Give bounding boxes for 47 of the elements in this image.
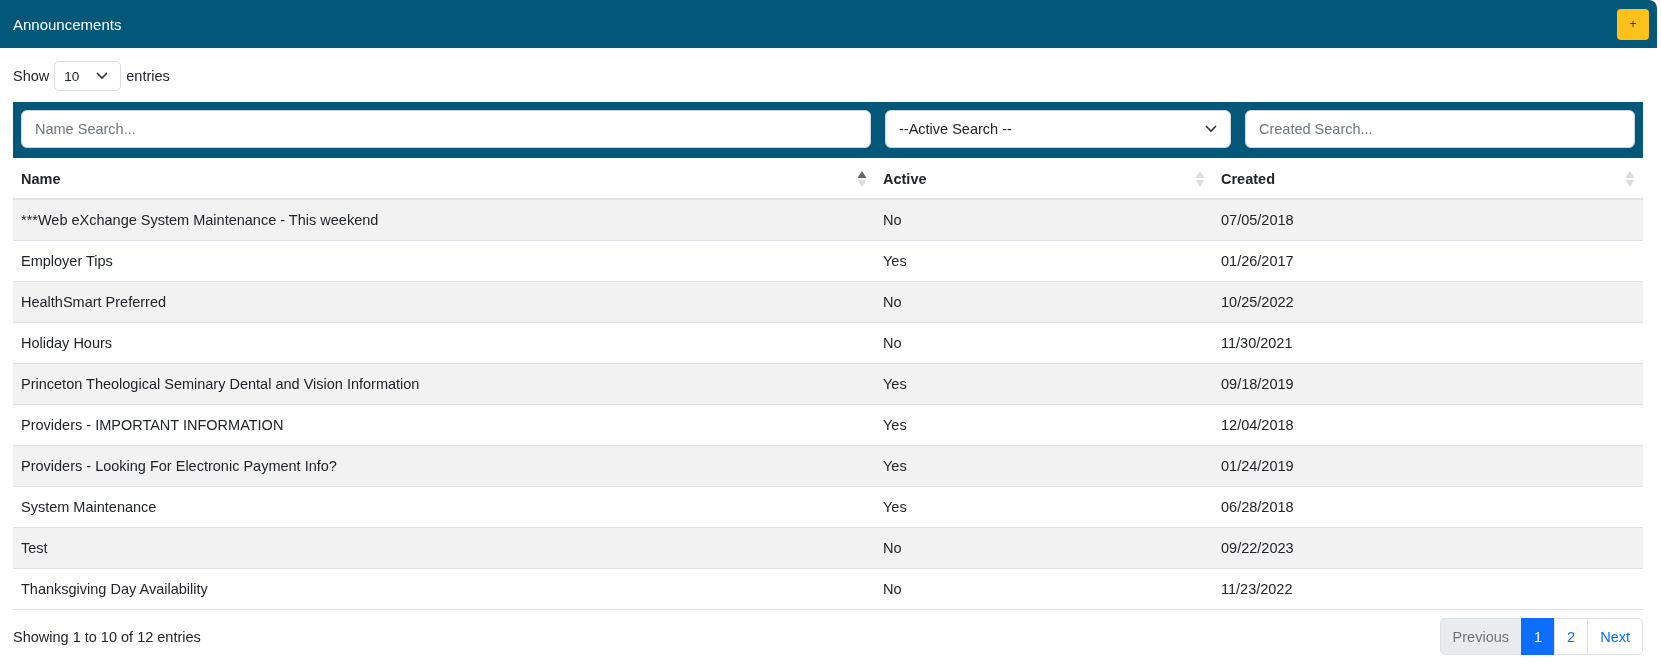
- table-cell-text: 01/26/2017: [1220, 252, 1295, 271]
- table-cell-text: Providers - IMPORTANT INFORMATION: [20, 416, 285, 435]
- table-cell-text: 11/23/2022: [1220, 580, 1294, 599]
- page-button[interactable]: 1: [1521, 618, 1556, 655]
- table-cell-text: System Maintenance: [20, 498, 158, 517]
- table-cell-text: No: [882, 539, 903, 558]
- table-cell-text: 10/25/2022: [1220, 293, 1295, 312]
- column-header[interactable]: Name: [13, 160, 875, 198]
- chevron-down-icon: [1205, 125, 1217, 133]
- table-cell-text: Test: [20, 539, 49, 558]
- table-cell-text: 06/28/2018: [1220, 498, 1295, 517]
- active-select[interactable]: --Active Search --: [885, 110, 1231, 148]
- page-button[interactable]: 2: [1554, 618, 1589, 655]
- table-cell-text: 01/24/2019: [1220, 457, 1295, 476]
- table-cell-text: 09/18/2019: [1220, 375, 1295, 394]
- table-cell-text: Thanksgiving Day Availability: [20, 580, 209, 599]
- entries-info: Showing 1 to 10 of 12 entries: [13, 628, 201, 645]
- table-cell-text: No: [882, 211, 903, 230]
- next-button[interactable]: Next: [1587, 618, 1643, 655]
- table-cell-text: No: [882, 580, 903, 599]
- column-header[interactable]: Active: [875, 160, 1213, 198]
- table-cell-text: Yes: [882, 457, 908, 476]
- table-cell-text: Employer Tips: [20, 252, 114, 271]
- table-cell-text: Yes: [882, 252, 908, 271]
- entries-select[interactable]: 10: [54, 61, 122, 91]
- table-cell-text: 07/05/2018: [1220, 211, 1295, 230]
- table-cell-text: No: [882, 334, 903, 353]
- column-header[interactable]: Created: [1213, 160, 1643, 198]
- show-label: Show: [13, 68, 50, 84]
- entries-label: entries: [126, 68, 170, 84]
- table-cell-text: ***Web eXchange System Maintenance - This weekend: [20, 211, 380, 230]
- table-cell-text: HealthSmart Preferred: [20, 293, 168, 312]
- table-cell-text: Holiday Hours: [20, 334, 114, 353]
- table-cell-text: 11/30/2021: [1220, 334, 1294, 353]
- panel-title: Announcements: [13, 15, 122, 33]
- table-cell-text: Providers - Looking For Electronic Payment Info?: [20, 457, 338, 476]
- table-cell-text: Yes: [882, 498, 908, 517]
- add-button[interactable]: +: [1617, 8, 1649, 40]
- search-field[interactable]: Created Search...: [1245, 110, 1635, 148]
- table-cell-text: No: [882, 293, 903, 312]
- table-cell-text: Yes: [882, 416, 908, 435]
- search-field[interactable]: Name Search...: [21, 110, 871, 148]
- table-cell-text: 12/04/2018: [1220, 416, 1295, 435]
- chevron-down-icon: [96, 72, 109, 80]
- table-cell-text: Yes: [882, 375, 908, 394]
- table-cell-text: 09/22/2023: [1220, 539, 1295, 558]
- table-cell-text: Princeton Theological Seminary Dental and Vision Information: [20, 375, 421, 394]
